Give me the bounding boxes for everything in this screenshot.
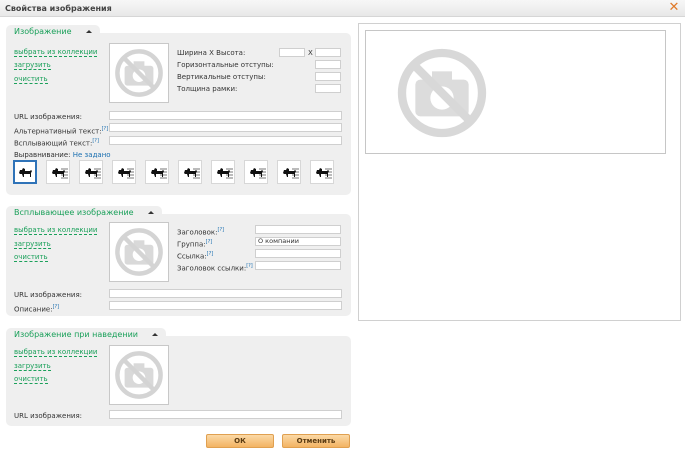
align-dog-icon <box>217 168 233 179</box>
align-dog-icon <box>118 168 134 179</box>
popup-section-tab[interactable]: Всплывающее изображение <box>6 206 162 220</box>
close-icon[interactable]: ✕ <box>667 1 681 15</box>
align-option[interactable] <box>277 160 301 184</box>
no-image-icon <box>115 49 163 97</box>
align-option[interactable] <box>310 160 334 184</box>
hover-choose-link[interactable]: выбрать из коллекции <box>14 348 98 357</box>
image-section-title: Изображение <box>14 27 72 36</box>
collapse-arrow-icon[interactable] <box>151 333 158 336</box>
image-thumbnail <box>109 43 169 103</box>
help-icon[interactable]: [?] <box>92 138 99 144</box>
popup-header-label: Заголовок:[?] <box>177 227 225 237</box>
hspace-label: Горизонтальные отступы: <box>177 61 274 69</box>
align-dog-icon <box>283 168 299 179</box>
collapse-arrow-icon[interactable] <box>85 30 92 33</box>
title-text-input[interactable] <box>109 136 342 145</box>
no-image-icon <box>397 48 487 138</box>
hspace-input[interactable] <box>315 60 341 69</box>
align-dog-icon <box>250 168 266 179</box>
border-input[interactable] <box>315 84 341 93</box>
popup-upload-link[interactable]: загрузить <box>14 240 51 249</box>
ok-button[interactable]: ОК <box>206 434 274 448</box>
popup-desc-label: Описание:[?] <box>14 304 60 314</box>
align-option[interactable] <box>46 160 70 184</box>
popup-desc-input[interactable] <box>109 301 342 310</box>
align-value: Не задано <box>72 151 111 159</box>
collapse-arrow-icon[interactable] <box>147 211 154 214</box>
popup-section-title: Всплывающее изображение <box>14 208 134 217</box>
popup-link-label: Ссылка:[?] <box>177 251 214 261</box>
preview-panel <box>358 23 681 321</box>
popup-header-input[interactable] <box>255 225 341 234</box>
image-clear-link[interactable]: очистить <box>14 75 48 84</box>
image-upload-link[interactable]: загрузить <box>14 61 51 70</box>
help-icon[interactable]: [?] <box>207 251 214 257</box>
size-separator: X <box>308 49 313 57</box>
popup-clear-link[interactable]: очистить <box>14 253 48 262</box>
popup-link-input[interactable] <box>255 249 341 258</box>
popup-thumbnail <box>109 222 169 282</box>
hover-section-title: Изображение при наведении <box>14 330 138 339</box>
dialog-title: Свойства изображения <box>5 4 112 13</box>
hover-thumbnail <box>109 345 169 405</box>
align-option[interactable] <box>13 160 37 184</box>
popup-link-title-label: Заголовок ссылки:[?] <box>177 263 253 273</box>
no-image-icon <box>115 351 163 399</box>
align-dog-icon <box>85 168 101 179</box>
hover-url-input[interactable] <box>109 410 342 419</box>
popup-group-input[interactable]: О компании <box>255 237 341 246</box>
help-icon[interactable]: [?] <box>218 227 225 233</box>
align-dog-icon <box>151 168 167 179</box>
vspace-input[interactable] <box>315 72 341 81</box>
size-label: Ширина Х Высота: <box>177 49 246 57</box>
align-option[interactable] <box>79 160 103 184</box>
preview-frame <box>365 30 666 154</box>
cancel-button[interactable]: Отменить <box>282 434 350 448</box>
align-option[interactable] <box>112 160 136 184</box>
hover-upload-link[interactable]: загрузить <box>14 362 51 371</box>
image-url-input[interactable] <box>109 111 342 120</box>
help-icon[interactable]: [?] <box>53 304 60 310</box>
alt-text-input[interactable] <box>109 123 342 132</box>
help-icon[interactable]: [?] <box>206 239 213 245</box>
popup-url-input[interactable] <box>109 289 342 298</box>
popup-url-label: URL изображения: <box>14 291 83 299</box>
popup-link-title-input[interactable] <box>255 261 341 270</box>
popup-group-label: Группа:[?] <box>177 239 213 249</box>
border-label: Толщина рамки: <box>177 85 238 93</box>
align-dog-icon <box>52 168 68 179</box>
help-icon[interactable]: [?] <box>102 126 109 132</box>
align-option[interactable] <box>178 160 202 184</box>
dialog-titlebar: Свойства изображения ✕ <box>0 0 685 17</box>
image-section-tab[interactable]: Изображение <box>6 25 100 39</box>
no-image-icon <box>115 228 163 276</box>
hover-clear-link[interactable]: очистить <box>14 375 48 384</box>
popup-choose-link[interactable]: выбрать из коллекции <box>14 226 98 235</box>
hover-section-tab[interactable]: Изображение при наведении <box>6 328 166 342</box>
align-option[interactable] <box>211 160 235 184</box>
align-dog-icon <box>19 168 32 177</box>
image-choose-link[interactable]: выбрать из коллекции <box>14 48 98 57</box>
align-option[interactable] <box>145 160 169 184</box>
title-text-label: Всплывающий текст:[?] <box>14 138 99 148</box>
vspace-label: Вертикальные отступы: <box>177 73 266 81</box>
align-label: Выравнивание: Не задано <box>14 151 111 159</box>
hover-url-label: URL изображения: <box>14 412 83 420</box>
help-icon[interactable]: [?] <box>246 263 253 269</box>
alt-text-label: Альтернативный текст:[?] <box>14 126 109 136</box>
align-dog-icon <box>184 168 200 179</box>
width-input[interactable] <box>279 48 305 57</box>
align-dog-icon <box>316 168 332 179</box>
align-option[interactable] <box>244 160 268 184</box>
image-url-label: URL изображения: <box>14 113 83 121</box>
height-input[interactable] <box>315 48 341 57</box>
